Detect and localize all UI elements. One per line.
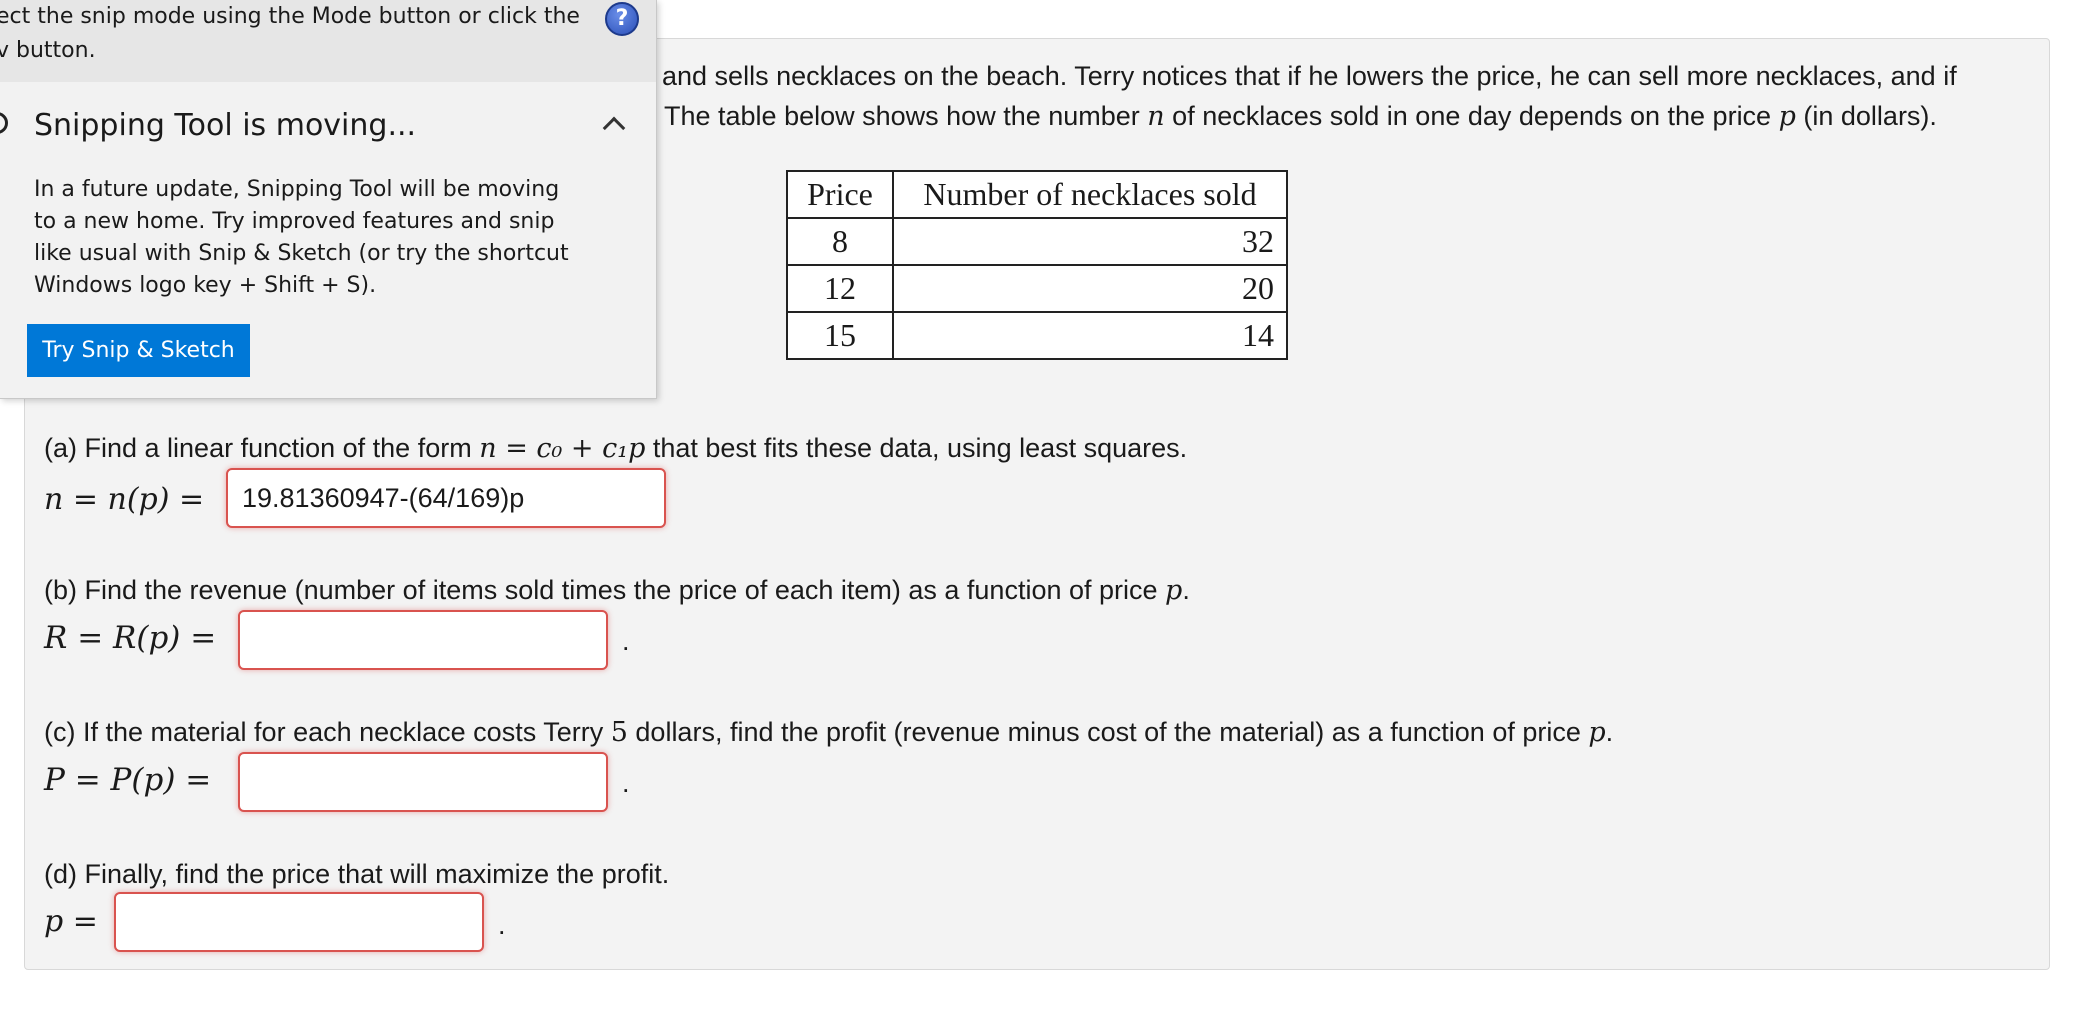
chevron-up-icon[interactable] (602, 116, 626, 140)
snip-notice-body: In a future update, Snipping Tool will b… (34, 174, 569, 302)
snip-body-line: to a new home. Try improved features and… (34, 209, 555, 234)
notification-icon (0, 112, 8, 134)
header-price: Price (786, 170, 894, 219)
snipping-tool-popup: ect the snip mode using the Mode button … (0, 0, 657, 399)
part-c-lhs: P = P(p) = (44, 762, 212, 798)
cell-number-sold: 20 (892, 264, 1288, 313)
table-row: 8 32 (786, 217, 1288, 266)
table-row: 12 20 (786, 264, 1288, 313)
part-a-prompt: (a) Find a linear function of the form n… (44, 433, 1188, 464)
snip-hint-line-2: v button. (0, 38, 96, 63)
part-c-period: . (622, 768, 630, 798)
part-d-answer-input[interactable] (114, 892, 484, 952)
table-row: 15 14 (786, 311, 1288, 360)
part-d-period: . (498, 910, 506, 940)
header-number-sold: Number of necklaces sold (892, 170, 1288, 219)
cell-price: 12 (786, 264, 894, 313)
snip-notice-title: Snipping Tool is moving... (34, 108, 417, 143)
try-snip-sketch-button[interactable]: Try Snip & Sketch (27, 324, 250, 377)
cell-price: 8 (786, 217, 894, 266)
part-c-answer-input[interactable] (238, 752, 608, 812)
part-d-lhs: p = (44, 904, 98, 939)
snip-body-line: In a future update, Snipping Tool will b… (34, 177, 560, 202)
part-b-answer-input[interactable] (238, 610, 608, 670)
snip-hint-bar: ect the snip mode using the Mode button … (0, 0, 656, 82)
help-icon[interactable]: ? (605, 2, 639, 36)
part-c-prompt: (c) If the material for each necklace co… (44, 717, 1614, 748)
cell-number-sold: 14 (892, 311, 1288, 360)
part-b-period: . (622, 626, 630, 656)
snip-body-line: like usual with Snip & Sketch (or try th… (34, 241, 569, 266)
part-a-formula: n = c₀ + c₁p (479, 433, 646, 464)
data-table: Price Number of necklaces sold 8 32 12 2… (786, 170, 1288, 360)
part-b-prompt: (b) Find the revenue (number of items so… (44, 575, 1190, 606)
snip-hint-line-1: ect the snip mode using the Mode button … (0, 4, 580, 29)
intro-line-2: The table below shows how the number n o… (664, 101, 1937, 132)
part-a-lhs: n = n(p) = (44, 482, 205, 517)
table-header-row: Price Number of necklaces sold (786, 170, 1288, 219)
cell-number-sold: 32 (892, 217, 1288, 266)
part-a-answer-input[interactable] (226, 468, 666, 528)
cell-price: 15 (786, 311, 894, 360)
part-d-prompt: (d) Finally, find the price that will ma… (44, 859, 670, 889)
material-cost-value: 5 (610, 717, 628, 748)
part-b-lhs: R = R(p) = (44, 620, 217, 656)
snip-body-line: Windows logo key + Shift + S). (34, 273, 377, 298)
intro-line-1: and sells necklaces on the beach. Terry … (662, 61, 1957, 91)
